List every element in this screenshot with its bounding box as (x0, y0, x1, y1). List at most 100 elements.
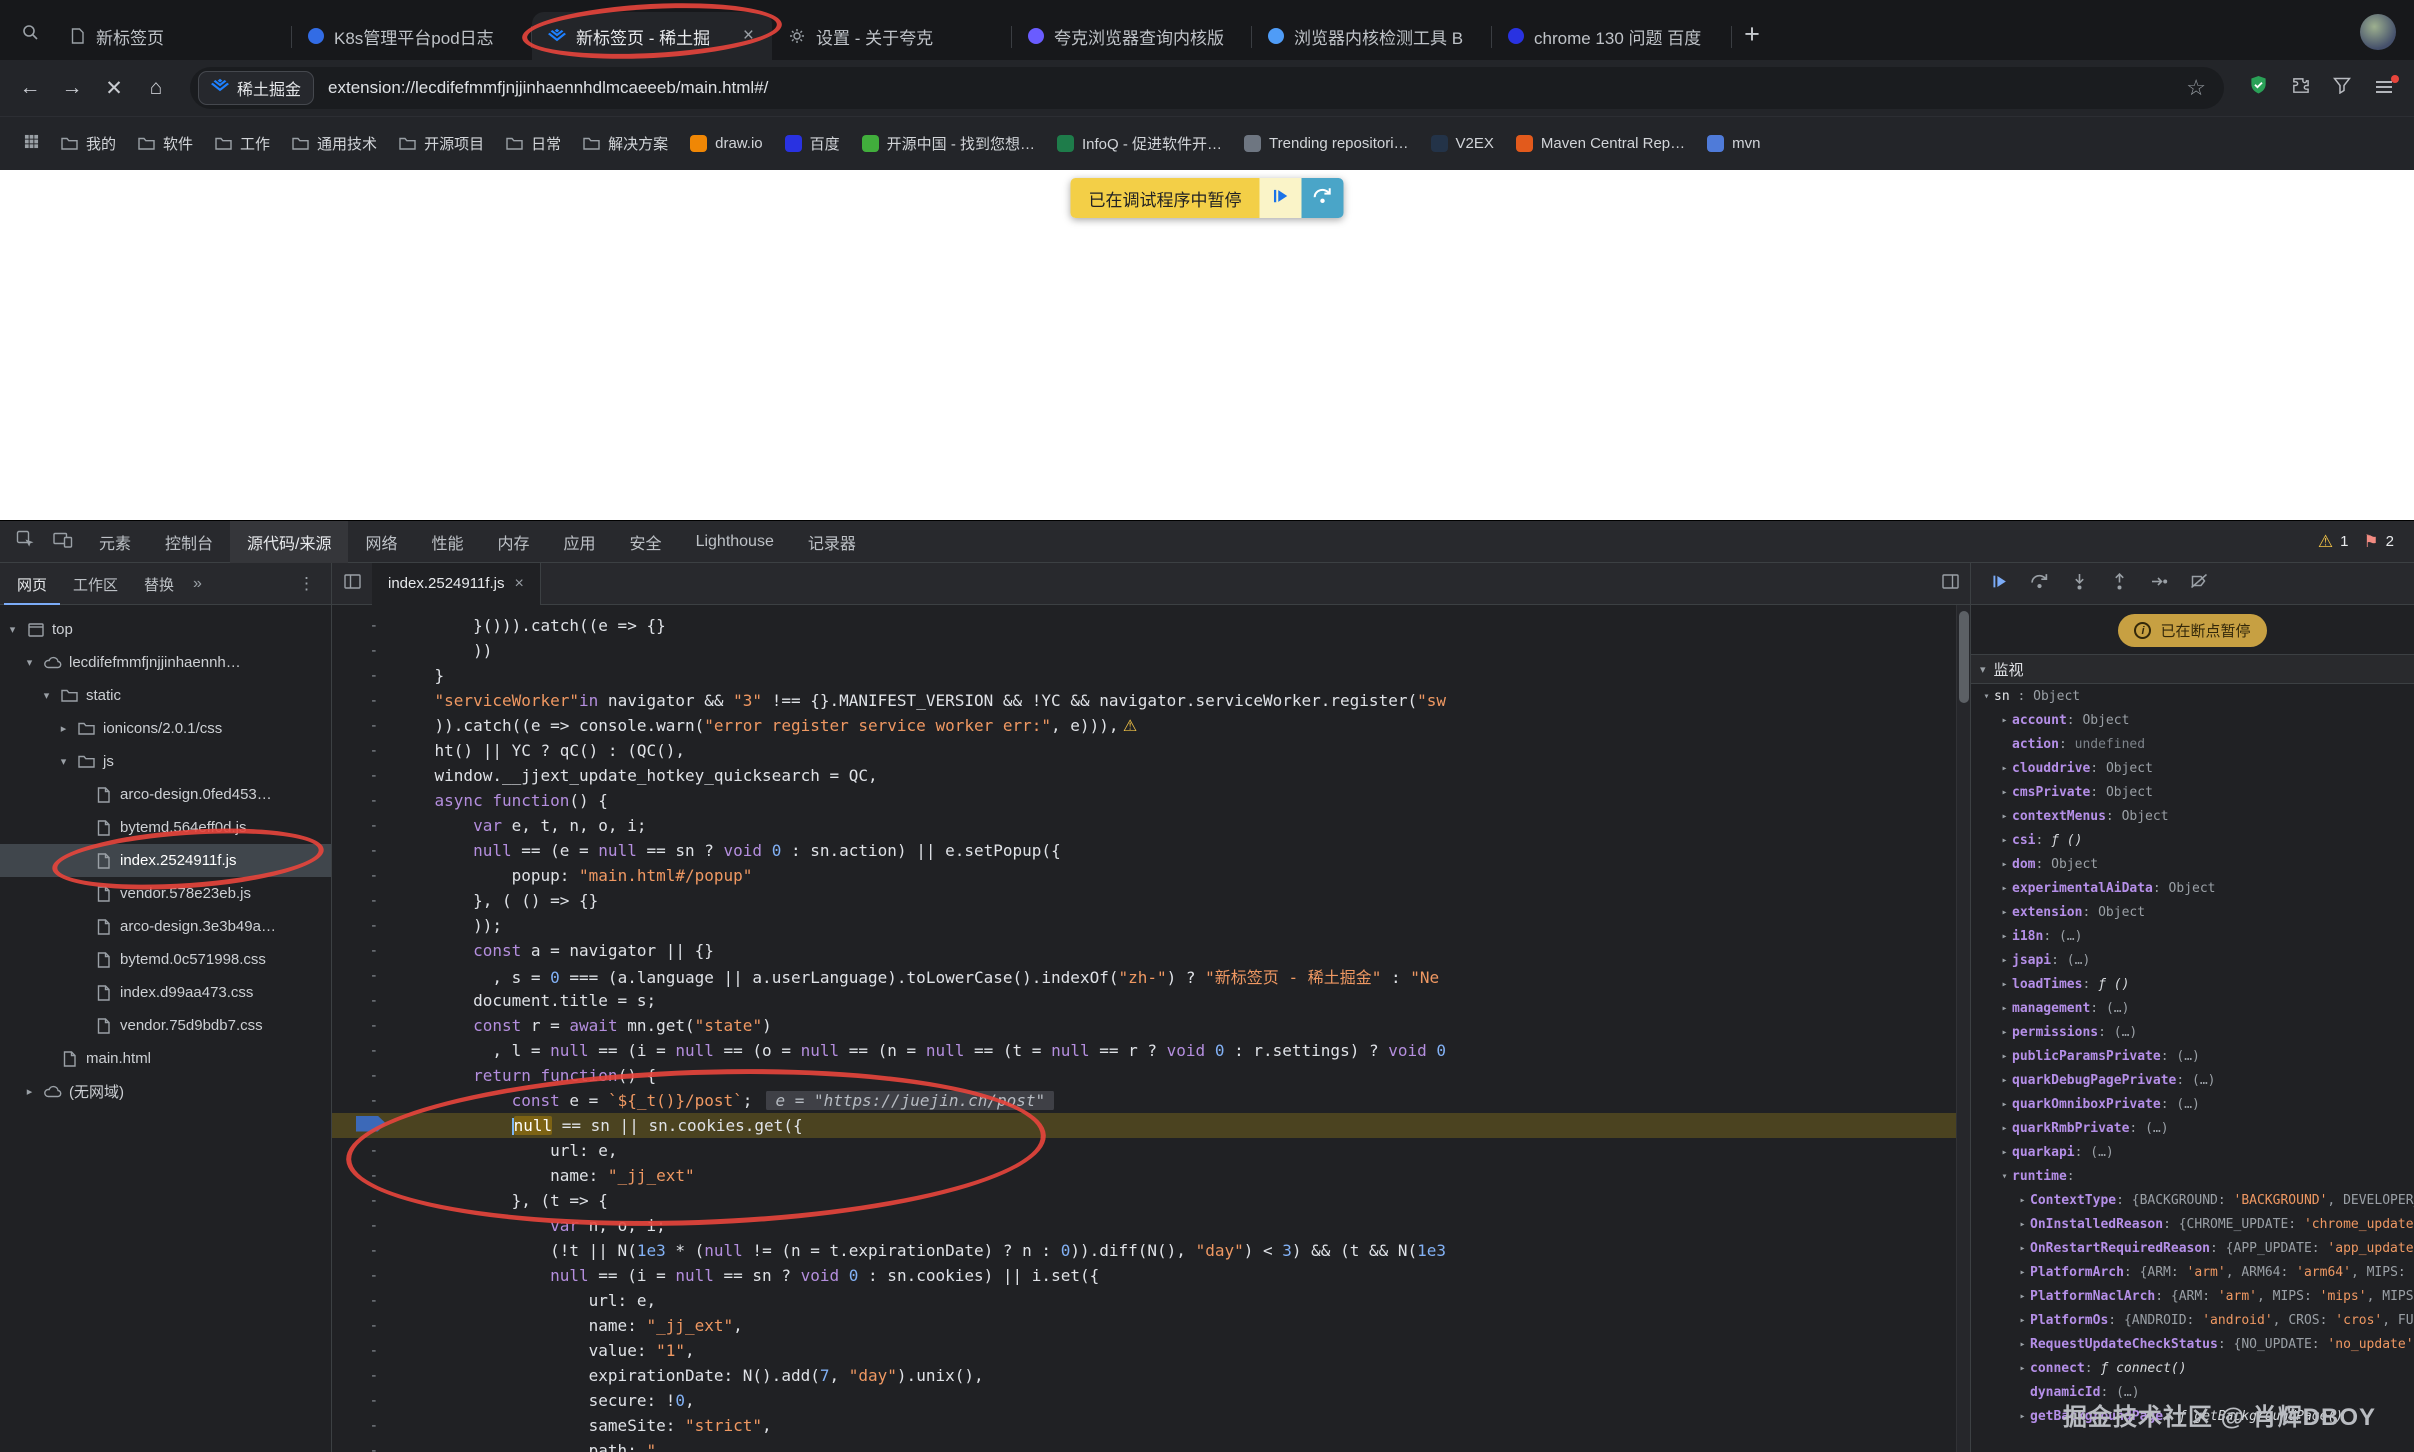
chevron-right-icon[interactable]: ▸ (1997, 835, 2012, 846)
bookmark-item[interactable]: Trending repositori… (1233, 128, 1420, 159)
forward-button[interactable]: → (52, 68, 92, 108)
gutter-marker[interactable]: - (332, 768, 396, 784)
watch-item[interactable]: ▸i18n: (…) (1971, 924, 2414, 948)
devtools-tab-网络[interactable]: 网络 (348, 521, 414, 563)
watch-item[interactable]: ▸PlatformOs: {ANDROID: 'android', CROS: … (1971, 1308, 2414, 1332)
gutter-marker[interactable]: - (332, 968, 396, 984)
devtools-tab-元素[interactable]: 元素 (82, 521, 148, 563)
chevron-down-icon[interactable]: ▾ (1997, 1171, 2012, 1182)
file-tree-item[interactable]: vendor.75d9bdb7.css (0, 1009, 331, 1042)
chevron-down-icon[interactable]: ▾ (1979, 691, 1994, 702)
watch-item[interactable]: ▸dom: Object (1971, 852, 2414, 876)
watch-item[interactable]: ▸OnRestartRequiredReason: {APP_UPDATE: '… (1971, 1236, 2414, 1260)
gutter-marker[interactable]: - (332, 943, 396, 959)
chevron-right-icon[interactable]: ▸ (1997, 883, 2012, 894)
gutter-marker[interactable]: - (332, 893, 396, 909)
gutter-marker[interactable]: - (332, 1243, 396, 1259)
gutter-marker[interactable]: - (332, 818, 396, 834)
gutter-marker[interactable]: - (332, 1368, 396, 1384)
code-line[interactable]: - url: e, (332, 1138, 1970, 1163)
apps-shortcut-button[interactable] (14, 127, 48, 161)
gutter-marker[interactable]: - (332, 918, 396, 934)
console-status[interactable]: ⚠ 1 ⚑ 2 (2304, 532, 2408, 552)
devtools-tab-源代码/来源[interactable]: 源代码/来源 (230, 521, 348, 563)
bookmark-item[interactable]: Maven Central Rep… (1505, 128, 1696, 159)
deactivate-breakpoints-button[interactable] (2181, 567, 2217, 601)
gutter-marker[interactable]: - (332, 718, 396, 734)
code-line[interactable]: - expirationDate: N().add(7, "day").unix… (332, 1363, 1970, 1388)
gutter-marker[interactable]: - (332, 618, 396, 634)
bookmark-item[interactable]: 软件 (127, 126, 204, 161)
stop-button[interactable]: ✕ (94, 68, 134, 108)
code-line[interactable]: - }, ( () => {} (332, 888, 1970, 913)
url-bar[interactable]: 稀土掘金 extension://lecdifefmmfjnjjinhaennh… (190, 67, 2224, 109)
watch-item[interactable]: ▸experimentalAiData: Object (1971, 876, 2414, 900)
sidebar-tab-网页[interactable]: 网页 (4, 563, 60, 605)
watch-item[interactable]: ▸quarkOmniboxPrivate: (…) (1971, 1092, 2414, 1116)
resume-button[interactable] (1981, 567, 2017, 601)
watch-item[interactable]: action: undefined (1971, 732, 2414, 756)
bookmark-item[interactable]: mvn (1696, 128, 1771, 159)
gutter-marker[interactable] (332, 1116, 396, 1136)
chevron-right-icon[interactable]: ▸ (1997, 1099, 2012, 1110)
chevron-right-icon[interactable]: ▸ (23, 1085, 36, 1098)
step-out-button[interactable] (2101, 567, 2137, 601)
watch-section-header[interactable]: ▾ 监视 (1971, 654, 2414, 684)
home-button[interactable]: ⌂ (136, 68, 176, 108)
watch-item[interactable]: ▸publicParamsPrivate: (…) (1971, 1044, 2414, 1068)
browser-tab[interactable]: 设置 - 关于夸克 (772, 12, 1012, 60)
file-tree-item[interactable]: ▾top (0, 613, 331, 646)
chevron-right-icon[interactable]: ▸ (1997, 1075, 2012, 1086)
chevron-right-icon[interactable]: ▸ (1997, 811, 2012, 822)
code-line[interactable]: - secure: !0, (332, 1388, 1970, 1413)
chevron-right-icon[interactable]: ▸ (57, 722, 70, 735)
step-over-button[interactable] (2021, 567, 2057, 601)
chevron-down-icon[interactable]: ▾ (6, 623, 19, 636)
chevron-right-icon[interactable]: ▸ (1997, 955, 2012, 966)
file-tree-item[interactable]: ▸(无网域) (0, 1075, 331, 1108)
gutter-marker[interactable]: - (332, 1293, 396, 1309)
code-line[interactable]: - , s = 0 === (a.language || a.userLangu… (332, 963, 1970, 988)
watch-item[interactable]: ▸contextMenus: Object (1971, 804, 2414, 828)
code-line[interactable]: - } (332, 663, 1970, 688)
chevron-down-icon[interactable]: ▾ (57, 755, 70, 768)
code-editor[interactable]: - }())).catch((e => {}- ))- }- "serviceW… (332, 605, 1970, 1452)
watch-item[interactable]: ▸OnInstalledReason: {CHROME_UPDATE: 'chr… (1971, 1212, 2414, 1236)
browser-tab[interactable]: 新标签页 - 稀土掘× (532, 12, 772, 60)
chevron-right-icon[interactable]: ▸ (1997, 931, 2012, 942)
editor-pane-toggle-button[interactable] (1930, 563, 1970, 605)
chevron-right-icon[interactable]: ▸ (1997, 907, 2012, 918)
browser-tab[interactable]: 浏览器内核检测工具 B (1252, 12, 1492, 60)
code-line[interactable]: - var n, o, i; (332, 1213, 1970, 1238)
file-tree-item[interactable]: bytemd.0c571998.css (0, 943, 331, 976)
code-line[interactable]: - null == (i = null == sn ? void 0 : sn.… (332, 1263, 1970, 1288)
file-tree-item[interactable]: arco-design.3e3b49a… (0, 910, 331, 943)
chevron-right-icon[interactable]: ▸ (2015, 1195, 2030, 1206)
code-line[interactable]: - }())).catch((e => {} (332, 613, 1970, 638)
code-line[interactable]: - )); (332, 913, 1970, 938)
bookmark-item[interactable]: InfoQ - 促进软件开… (1046, 126, 1233, 161)
watch-item[interactable]: ▾sn : Object (1971, 684, 2414, 708)
gutter-marker[interactable]: - (332, 743, 396, 759)
code-line[interactable]: - const r = await mn.get("state") (332, 1013, 1970, 1038)
chevron-down-icon[interactable]: ▾ (23, 656, 36, 669)
gutter-marker[interactable]: - (332, 1018, 396, 1034)
file-tree-item[interactable]: arco-design.0fed453… (0, 778, 331, 811)
file-tree-item[interactable]: ▸ionicons/2.0.1/css (0, 712, 331, 745)
gutter-marker[interactable]: - (332, 643, 396, 659)
watch-item[interactable]: ▸extension: Object (1971, 900, 2414, 924)
code-line[interactable]: - (!t || N(1e3 * (null != (n = t.expirat… (332, 1238, 1970, 1263)
gutter-marker[interactable]: - (332, 1218, 396, 1234)
gutter-marker[interactable]: - (332, 793, 396, 809)
bookmark-item[interactable]: 百度 (774, 126, 851, 161)
code-line[interactable]: - path: " (332, 1438, 1970, 1452)
sidebar-tab-替换[interactable]: 替换 (131, 563, 187, 605)
file-tree-item[interactable]: main.html (0, 1042, 331, 1075)
bookmark-item[interactable]: 工作 (204, 126, 281, 161)
watch-item[interactable]: ▸connect: ƒ connect() (1971, 1356, 2414, 1380)
bookmark-item[interactable]: V2EX (1420, 128, 1505, 159)
gutter-marker[interactable]: - (332, 1093, 396, 1109)
back-button[interactable]: ← (10, 68, 50, 108)
adblock-filter-button[interactable] (2322, 68, 2362, 108)
file-tree-item[interactable]: ▾lecdifefmmfjnjjinhaennh… (0, 646, 331, 679)
